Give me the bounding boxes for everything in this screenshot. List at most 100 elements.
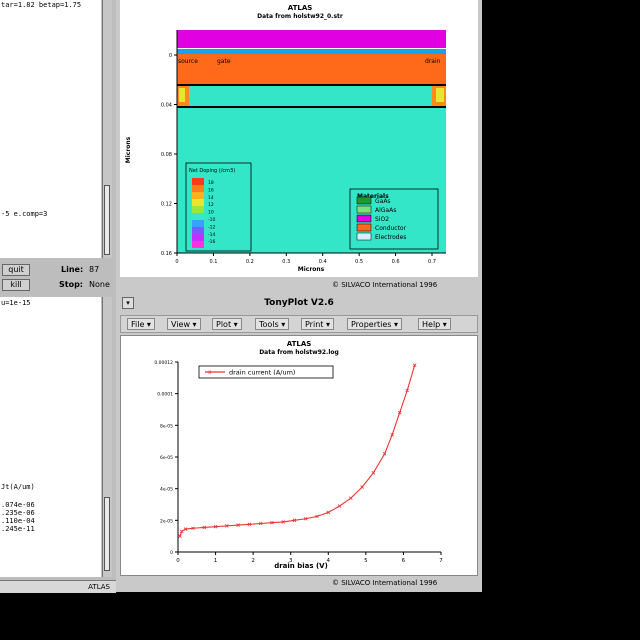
atlas-console-panel: tar=1.82 betap=1.75 -5 e.comp=3 quit kil…	[0, 0, 116, 593]
status-label: ATLAS	[88, 583, 110, 591]
scrollbar-thumb[interactable]	[104, 497, 110, 571]
y-tick-label: 0.04	[161, 103, 172, 109]
y-tick-label: 8e-05	[160, 423, 173, 429]
x-tick-label: 0.3	[282, 259, 290, 265]
doping-swatch	[192, 220, 204, 227]
y-tick-label: 0.16	[161, 251, 172, 257]
doping-value: 12	[208, 202, 214, 208]
plot-subtitle: Data from holstw92_0.str	[257, 13, 343, 20]
menu-properties[interactable]: Properties ▾	[347, 318, 402, 330]
input-deck-text-area[interactable]: tar=1.82 betap=1.75 -5 e.comp=3	[0, 0, 101, 258]
doping-swatch	[192, 213, 204, 220]
material-name: Conductor	[375, 225, 407, 232]
runtime-output-text-area[interactable]: u=1e-15 Jt(A/um) .074e-06 .235e-06 .110e…	[0, 297, 101, 577]
data-point	[360, 485, 364, 489]
oxide-layer	[177, 30, 446, 48]
kill-button[interactable]: kill	[2, 279, 30, 291]
y-tick-label: 0	[170, 550, 173, 556]
x-tick-label: 0	[175, 259, 178, 265]
y-tick-label: 0.0001	[157, 392, 173, 398]
doping-value: 18	[208, 180, 214, 186]
thin-layer	[177, 49, 446, 54]
interface-layer	[177, 106, 446, 108]
doping-swatch	[192, 227, 204, 234]
x-tick-label: 6	[402, 558, 406, 564]
x-tick-label: 0	[176, 558, 180, 564]
output-scrollbar[interactable]	[102, 297, 112, 577]
y-tick-label: 6e-05	[160, 455, 173, 461]
doping-value: 14	[208, 195, 214, 201]
x-tick-group: 0 0.1 0.2 0.3 0.4 0.5 0.6 0.7	[175, 253, 436, 265]
material-swatch	[356, 232, 372, 241]
material-swatch	[356, 223, 372, 232]
x-tick-label: 2	[251, 558, 255, 564]
output-value: .110e-04	[1, 517, 35, 525]
material-name: GaAs	[375, 198, 391, 205]
output-header: Jt(A/um)	[1, 483, 35, 491]
iv-plot-area[interactable]: ATLAS Data from holstw92.log 0 2e-05 4e-05…	[120, 335, 478, 576]
y-axis-label: Microns	[125, 136, 132, 163]
tonyplot-window: ▾ TonyPlot V2.6 File ▾ View ▾ Plot ▾ Too…	[116, 292, 482, 592]
doping-color-scale: 1816 1412 10-10-12 -14-16	[192, 178, 215, 248]
menu-label: View	[171, 320, 190, 329]
doping-value: -14	[208, 232, 215, 238]
doping-value: -12	[208, 224, 215, 230]
chart-title: ATLAS	[287, 340, 312, 348]
material-swatch	[356, 205, 372, 214]
menu-label: Plot	[216, 320, 232, 329]
iv-chart-svg: ATLAS Data from holstw92.log 0 2e-05 4e-05…	[154, 340, 443, 570]
material-swatch	[356, 196, 372, 205]
y-tick-label: 4e-05	[160, 487, 173, 493]
gate-label: gate	[217, 58, 231, 65]
doping-swatch	[192, 192, 204, 199]
plot-title: ATLAS	[288, 4, 313, 12]
legend-marker: x	[208, 369, 212, 376]
source-doping-core	[179, 88, 185, 102]
material-name: Electrodes	[375, 234, 406, 241]
channel-region	[177, 86, 446, 106]
x-tick-label: 0.7	[428, 259, 436, 265]
x-tick-label: 7	[439, 558, 443, 564]
y-tick-label: 0	[169, 53, 172, 59]
doping-swatch	[192, 206, 204, 213]
menu-file[interactable]: File ▾	[127, 318, 155, 330]
doping-value: 16	[208, 187, 214, 193]
y-tick-group: 0 0.04 0.08 0.12 0.16	[161, 53, 177, 257]
x-tick-label: 0.1	[209, 259, 217, 265]
input-deck-scrollbar[interactable]	[102, 0, 112, 258]
menu-label: Tools	[259, 320, 279, 329]
material-name: SiO2	[375, 216, 389, 223]
line-label: Line:	[61, 265, 84, 274]
structure-plot-area[interactable]: ATLAS Data from holstw92_0.str source ga…	[120, 0, 478, 277]
doping-value: 10	[208, 210, 214, 216]
menu-label: File	[131, 320, 145, 329]
menu-tools[interactable]: Tools ▾	[255, 318, 290, 330]
x-tick-label: 5	[364, 558, 368, 564]
window-title: TonyPlot V2.6	[264, 298, 334, 308]
scrollbar-thumb[interactable]	[104, 185, 110, 255]
y-tick-label: 0.12	[161, 202, 172, 208]
drain-label: drain	[425, 58, 441, 65]
output-value: .235e-06	[1, 509, 35, 517]
lower-copyright: © SILVACO International 1996	[332, 579, 438, 587]
material-swatch	[356, 214, 372, 223]
quit-button[interactable]: quit	[2, 264, 30, 276]
menu-print[interactable]: Print ▾	[301, 318, 334, 330]
menu-bar: File ▾ View ▾ Plot ▾ Tools ▾ Print ▾ Pro…	[120, 315, 478, 333]
stop-value: None	[89, 280, 110, 289]
chart-subtitle: Data from holstw92.log	[259, 349, 339, 356]
output-value: .245e-11	[1, 525, 35, 533]
menu-label: Properties	[351, 320, 392, 329]
upper-copyright: © SILVACO International 1996	[332, 281, 438, 289]
doping-legend-title: Net Doping (/cm3)	[189, 168, 235, 174]
x-axis-label: Microns	[298, 266, 325, 273]
menu-help[interactable]: Help ▾	[418, 318, 451, 330]
material-name: AlGaAs	[375, 207, 396, 214]
x-tick-label: 0.2	[246, 259, 254, 265]
doping-swatch	[192, 234, 204, 241]
doping-swatch	[192, 199, 204, 206]
menu-plot[interactable]: Plot ▾	[212, 318, 242, 330]
menu-view[interactable]: View ▾	[167, 318, 201, 330]
y-tick-label: 0.00012	[154, 360, 173, 366]
menu-label: Help	[422, 320, 441, 329]
